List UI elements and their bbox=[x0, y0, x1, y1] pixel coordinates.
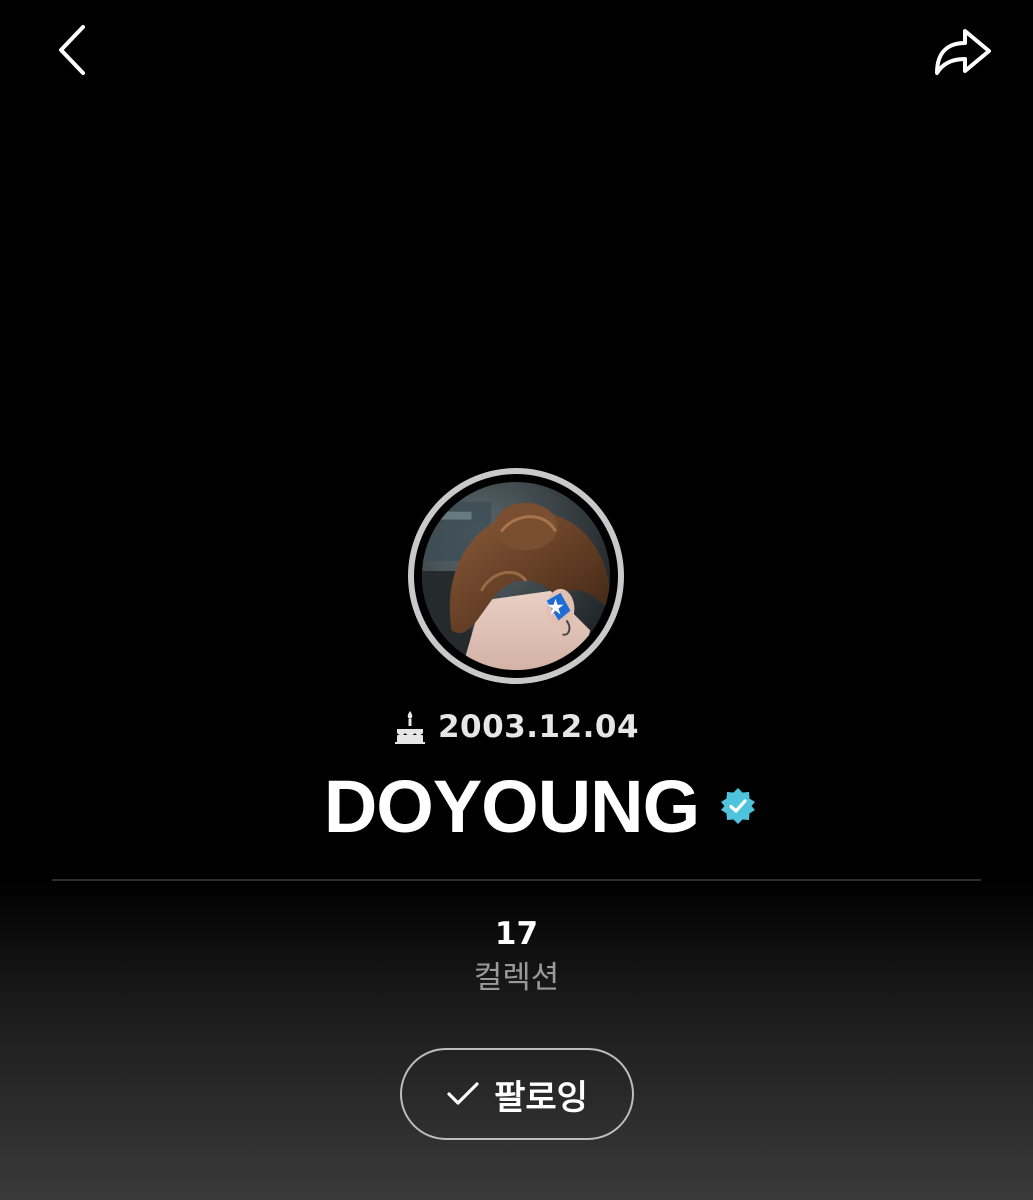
collections-label: 컬렉션 bbox=[473, 960, 560, 996]
verified-badge-icon bbox=[721, 788, 756, 824]
birthday-date: 2003.12.04 bbox=[437, 709, 640, 745]
chevron-left-icon bbox=[59, 25, 85, 75]
divider bbox=[52, 879, 981, 881]
profile-screen: 2003.12.04 DOYOUNG 17 컬렉션 팔로잉 bbox=[0, 0, 1033, 1200]
avatar[interactable] bbox=[408, 468, 624, 684]
following-button[interactable]: 팔로잉 bbox=[400, 1048, 634, 1140]
collections-stat[interactable]: 17 컬렉션 bbox=[0, 912, 1033, 1000]
profile-photo bbox=[422, 482, 610, 670]
avatar-frame bbox=[414, 474, 618, 678]
name-row: DOYOUNG bbox=[0, 764, 1033, 848]
birthday-row: 2003.12.04 bbox=[0, 704, 1033, 750]
collections-count: 17 bbox=[494, 916, 539, 952]
check-icon bbox=[447, 1082, 479, 1105]
artist-name: DOYOUNG bbox=[323, 764, 700, 848]
share-arrow-icon bbox=[935, 29, 991, 75]
following-label: 팔로잉 bbox=[494, 1077, 588, 1118]
cake-icon bbox=[394, 711, 425, 744]
share-button[interactable] bbox=[922, 18, 1002, 84]
back-button[interactable] bbox=[44, 20, 100, 80]
